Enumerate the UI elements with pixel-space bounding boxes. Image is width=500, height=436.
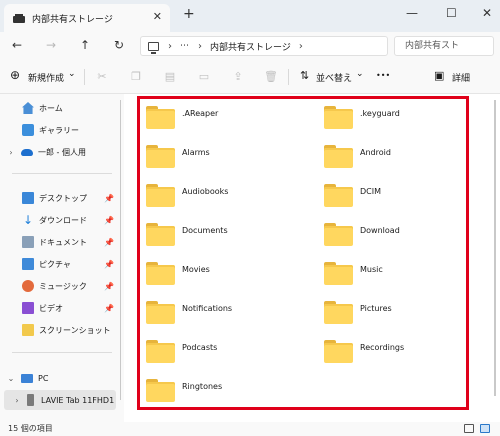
chevron-down-icon[interactable]: ⌄: [4, 374, 18, 383]
drive-icon: [13, 13, 25, 23]
sidebar-item-music[interactable]: ミュージック 📌: [0, 276, 118, 296]
gallery-icon: [22, 124, 34, 136]
status-bar: 15 個の項目: [0, 422, 500, 436]
rename-icon[interactable]: ▭: [198, 70, 210, 83]
details-pane-icon[interactable]: ▣: [434, 69, 444, 82]
pin-icon[interactable]: 📌: [104, 260, 114, 269]
home-icon: [22, 102, 34, 114]
sidebar-item-onedrive[interactable]: › 一郎 - 個人用: [0, 142, 118, 162]
sidebar-item-downloads[interactable]: ↓ ダウンロード 📌: [0, 210, 118, 230]
chevron-right-icon[interactable]: ›: [299, 41, 303, 52]
item-count: 15 個の項目: [8, 424, 53, 433]
highlight-frame: [137, 96, 469, 410]
copy-icon[interactable]: ❐: [130, 70, 142, 83]
search-input[interactable]: 内部共有スト: [394, 36, 494, 56]
folder-icon: [22, 324, 34, 336]
sidebar-item-screenshots[interactable]: スクリーンショット: [0, 320, 118, 340]
chevron-down-icon[interactable]: ⌄: [68, 69, 76, 79]
tablet-icon: [27, 394, 34, 406]
title-bar: 内部共有ストレージ ✕ + — ☐ ✕: [0, 0, 500, 32]
details-button[interactable]: 詳細: [452, 71, 470, 84]
sort-button[interactable]: 並べ替え: [316, 71, 352, 84]
chevron-right-icon[interactable]: ›: [4, 148, 18, 157]
new-plus-icon[interactable]: ⊕: [10, 68, 20, 82]
address-bar[interactable]: › ⋯ › 内部共有ストレージ ›: [140, 36, 388, 56]
share-icon[interactable]: ⇪: [232, 70, 244, 83]
sidebar-item-documents[interactable]: ドキュメント 📌: [0, 232, 118, 252]
address-row: ← → ↑ ↻ › ⋯ › 内部共有ストレージ › 内部共有スト: [0, 32, 500, 60]
back-icon[interactable]: ←: [12, 38, 22, 52]
divider: [12, 173, 112, 174]
navigation-pane: ホーム ギャラリー › 一郎 - 個人用 デスクトップ 📌 ↓ ダウンロード 📌…: [0, 94, 124, 422]
tab-internal-storage[interactable]: 内部共有ストレージ ✕: [4, 4, 170, 32]
chevron-down-icon[interactable]: ⌄: [356, 69, 364, 79]
content-scrollbar[interactable]: [494, 100, 496, 396]
new-button[interactable]: 新規作成: [28, 71, 64, 84]
maximize-icon[interactable]: ☐: [446, 6, 457, 20]
sidebar-item-pc[interactable]: ⌄ PC: [0, 368, 118, 388]
sidebar-item-pictures[interactable]: ピクチャ 📌: [0, 254, 118, 274]
chevron-right-icon[interactable]: ›: [168, 41, 172, 52]
videos-icon: [22, 302, 34, 314]
onedrive-cloud-icon: [21, 148, 33, 156]
documents-icon: [22, 236, 34, 248]
sidebar-scrollbar[interactable]: [120, 100, 121, 400]
new-tab-icon[interactable]: +: [183, 6, 195, 22]
breadcrumb-overflow-icon[interactable]: ⋯: [180, 41, 190, 51]
paste-icon[interactable]: ▤: [164, 70, 176, 83]
pc-icon: [21, 373, 33, 383]
sidebar-item-desktop[interactable]: デスクトップ 📌: [0, 188, 118, 208]
sidebar-item-videos[interactable]: ビデオ 📌: [0, 298, 118, 318]
pin-icon[interactable]: 📌: [104, 194, 114, 203]
command-bar: ⊕ 新規作成 ⌄ ✂ ❐ ▤ ▭ ⇪ 🗑 ⇅ 並べ替え ⌄ ••• ▣ 詳細: [0, 60, 500, 94]
sidebar-item-home[interactable]: ホーム: [0, 98, 118, 118]
tiles-view-icon[interactable]: [480, 424, 490, 433]
refresh-icon[interactable]: ↻: [114, 38, 124, 52]
chevron-right-icon[interactable]: ›: [198, 41, 202, 52]
pin-icon[interactable]: 📌: [104, 282, 114, 291]
tab-title: 内部共有ストレージ: [32, 14, 113, 25]
close-window-icon[interactable]: ✕: [482, 6, 492, 20]
monitor-icon: [148, 41, 159, 54]
pin-icon[interactable]: 📌: [104, 238, 114, 247]
more-options-icon[interactable]: •••: [376, 71, 390, 80]
pin-icon[interactable]: 📌: [104, 304, 114, 313]
divider: [84, 69, 85, 85]
pictures-icon: [22, 258, 34, 270]
up-icon[interactable]: ↑: [80, 38, 90, 52]
music-icon: [22, 280, 34, 292]
breadcrumb-current[interactable]: 内部共有ストレージ: [210, 40, 291, 53]
details-view-icon[interactable]: [464, 424, 474, 433]
desktop-icon: [22, 192, 34, 204]
pin-icon[interactable]: 📌: [104, 216, 114, 225]
cut-icon[interactable]: ✂: [96, 70, 108, 83]
divider: [288, 69, 289, 85]
forward-icon[interactable]: →: [46, 38, 56, 52]
sort-icon[interactable]: ⇅: [300, 69, 309, 82]
delete-icon[interactable]: 🗑: [264, 70, 278, 83]
sidebar-item-gallery[interactable]: ギャラリー: [0, 120, 118, 140]
download-icon: ↓: [22, 213, 34, 227]
close-tab-icon[interactable]: ✕: [153, 10, 162, 23]
sidebar-item-device[interactable]: › LAVIE Tab 11FHD1: [4, 390, 116, 410]
divider: [12, 352, 112, 353]
minimize-icon[interactable]: —: [406, 6, 418, 20]
chevron-right-icon[interactable]: ›: [10, 396, 24, 405]
